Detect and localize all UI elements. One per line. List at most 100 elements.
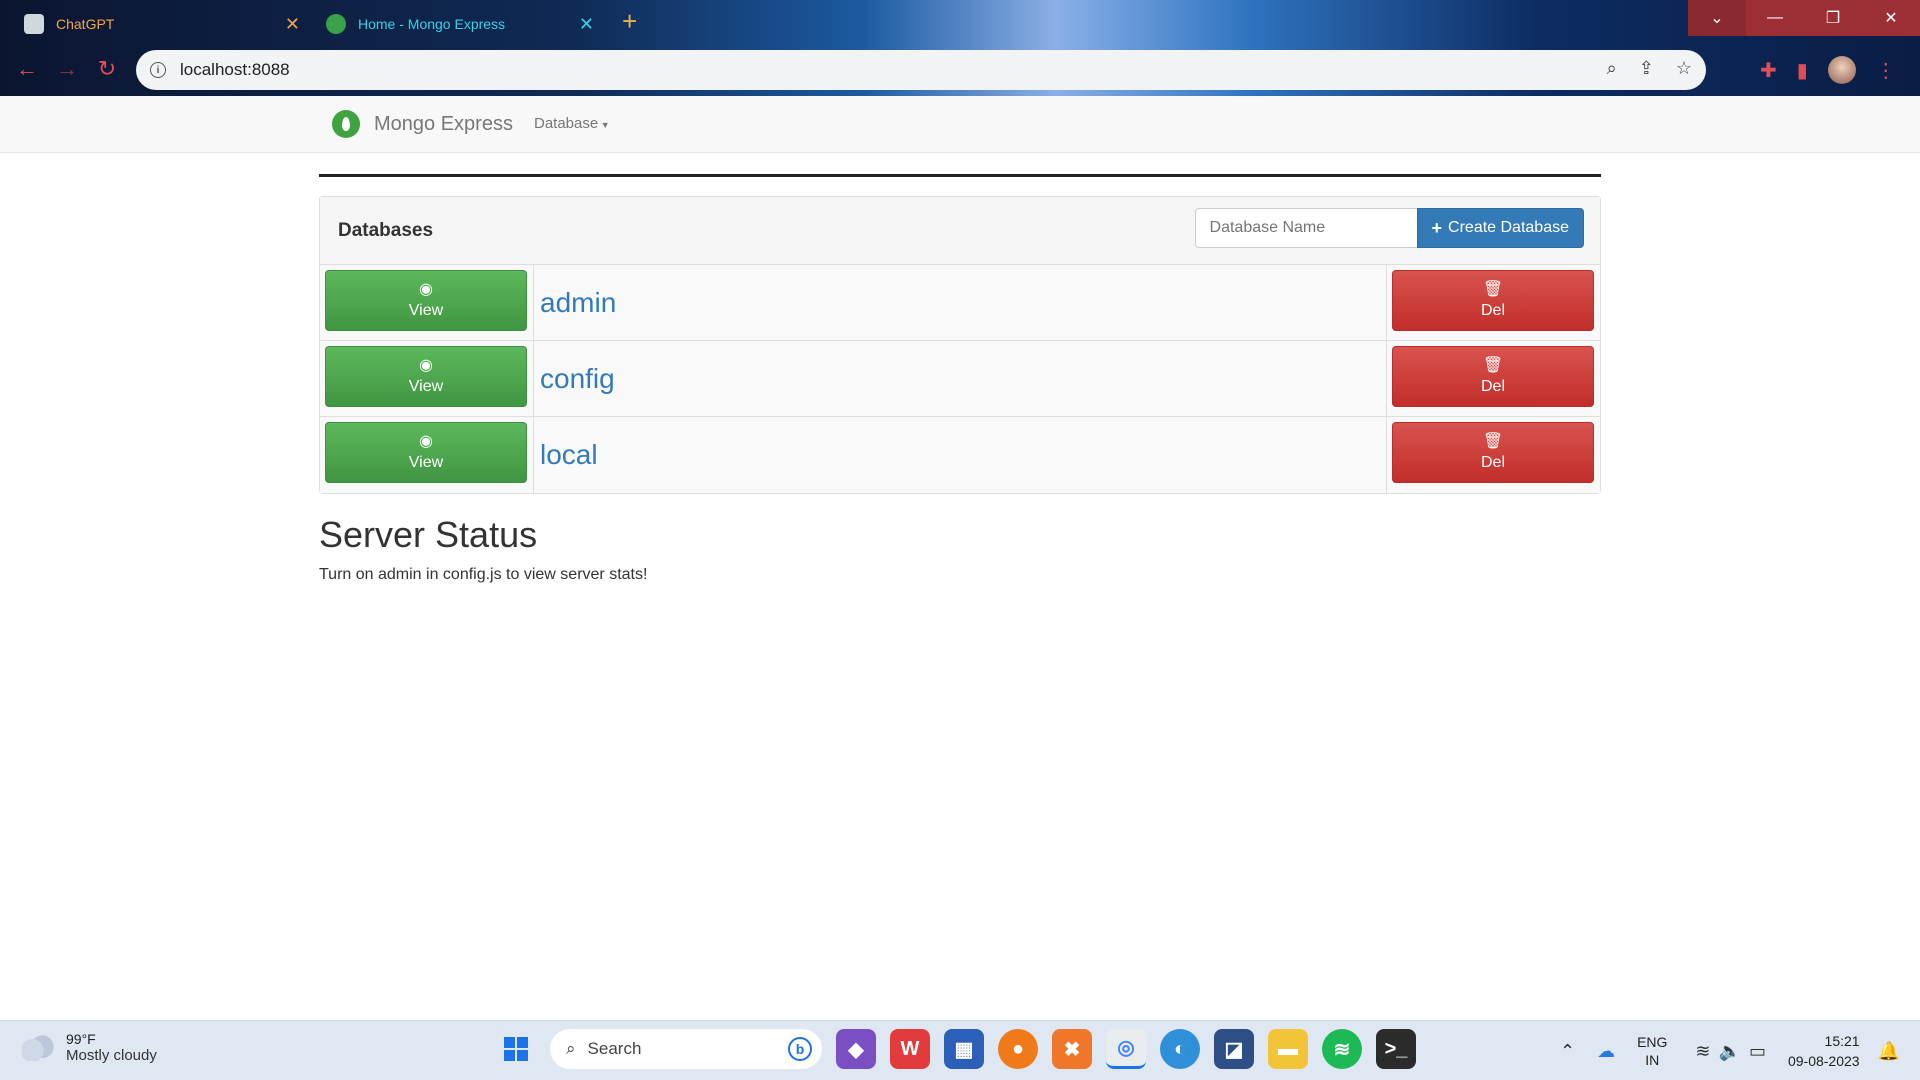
tab-title: Home - Mongo Express: [358, 16, 506, 32]
brand-name: Mongo Express: [374, 112, 513, 135]
database-link[interactable]: admin: [540, 287, 616, 319]
search-label: Search: [587, 1039, 642, 1058]
notification-bell-icon[interactable]: 🔔: [1878, 1041, 1900, 1062]
database-row: ◉ View config 🗑 Del: [320, 341, 1600, 417]
delete-button[interactable]: 🗑 Del: [1392, 270, 1594, 331]
extensions-icon[interactable]: ✚: [1760, 58, 1777, 83]
browser-extras: ✚ ▮ ⋮: [1760, 56, 1896, 84]
search-icon: ⌕: [566, 1039, 576, 1058]
delete-button[interactable]: 🗑 Del: [1392, 346, 1594, 407]
panel-title: Databases: [338, 220, 434, 241]
brand-link[interactable]: Mongo Express: [332, 110, 513, 138]
create-database-form: + Create Database: [1194, 208, 1584, 248]
mysql-workbench-icon[interactable]: ◪: [1214, 1029, 1254, 1069]
window-close-icon[interactable]: ✕: [1862, 0, 1920, 36]
xampp-icon[interactable]: ✖: [1052, 1029, 1092, 1069]
eye-icon: ◉: [419, 432, 433, 450]
address-bar[interactable]: i localhost:8088 ⌕ ⇪ ☆: [136, 50, 1706, 90]
close-icon[interactable]: ✕: [579, 14, 594, 35]
back-icon[interactable]: ←: [12, 56, 42, 82]
taskbar-search[interactable]: ⌕ Search b: [550, 1029, 822, 1069]
tab-title: ChatGPT: [56, 16, 115, 32]
new-tab-button[interactable]: +: [622, 6, 637, 37]
tab-mongo-express[interactable]: Home - Mongo Express ✕: [312, 4, 604, 44]
clock[interactable]: 15:21 09-08-2023: [1788, 1031, 1860, 1071]
caret-down-icon: ▼: [598, 120, 610, 130]
battery-icon[interactable]: ▭: [1749, 1041, 1766, 1062]
visual-studio-icon[interactable]: ◆: [836, 1029, 876, 1069]
database-link[interactable]: local: [540, 439, 598, 471]
minimize-icon[interactable]: —: [1746, 0, 1804, 36]
chevron-up-icon[interactable]: ⌃: [1560, 1041, 1575, 1062]
view-cell: ◉ View: [320, 265, 534, 340]
url-text[interactable]: localhost:8088: [180, 60, 290, 80]
system-tray: ⌃ ☁ ENG IN ≋ 🔈 ▭ 15:21 09-08-2023 🔔: [1560, 1021, 1920, 1080]
bing-icon[interactable]: b: [788, 1037, 812, 1061]
database-row: ◉ View admin 🗑 Del: [320, 265, 1600, 341]
chrome-icon[interactable]: ◎: [1106, 1029, 1146, 1069]
mongo-favicon-icon: [326, 14, 346, 34]
delete-cell: 🗑 Del: [1386, 341, 1600, 416]
browser-toolbar: ← → ↻ i localhost:8088 ⌕ ⇪ ☆ ✚ ▮ ⋮: [0, 46, 1920, 96]
view-label: View: [408, 377, 444, 395]
spotify-icon[interactable]: ≋: [1322, 1029, 1362, 1069]
eye-icon: ◉: [419, 280, 433, 298]
view-cell: ◉ View: [320, 341, 534, 416]
profile-avatar[interactable]: [1827, 56, 1856, 84]
database-dropdown[interactable]: Database ▼: [534, 115, 610, 132]
language-indicator[interactable]: ENG IN: [1637, 1033, 1667, 1069]
weather-temp: 99°F: [66, 1031, 96, 1047]
view-button[interactable]: ◉ View: [325, 270, 527, 331]
trash-icon: 🗑: [1482, 356, 1504, 374]
firefox-icon[interactable]: ●: [998, 1029, 1038, 1069]
wps-office-icon[interactable]: W: [890, 1029, 930, 1069]
side-panel-icon[interactable]: ▮: [1797, 58, 1808, 83]
close-icon[interactable]: ✕: [285, 14, 300, 35]
weather-widget[interactable]: 99°F Mostly cloudy: [22, 1031, 157, 1064]
create-database-label: Create Database: [1448, 219, 1569, 236]
bookmark-star-icon[interactable]: ☆: [1676, 58, 1692, 79]
omnibox-actions: ⌕ ⇪ ☆: [1607, 58, 1692, 79]
view-label: View: [408, 301, 444, 319]
server-status-message: Turn on admin in config.js to view serve…: [319, 566, 648, 583]
view-button[interactable]: ◉ View: [325, 422, 527, 483]
view-button[interactable]: ◉ View: [325, 346, 527, 407]
databases-panel: Databases + Create Database ◉ View admin…: [319, 196, 1601, 494]
onedrive-icon[interactable]: ☁: [1597, 1041, 1615, 1062]
tab-strip: ChatGPT ✕ Home - Mongo Express ✕ +: [0, 0, 1920, 44]
edge-icon[interactable]: ◐: [1160, 1029, 1200, 1069]
chatgpt-favicon-icon: [24, 14, 44, 34]
tab-search-icon[interactable]: ⌄: [1688, 0, 1746, 36]
tab-chatgpt[interactable]: ChatGPT ✕: [10, 4, 310, 44]
file-explorer-icon[interactable]: ▬: [1268, 1029, 1308, 1069]
database-link[interactable]: config: [540, 363, 615, 395]
terminal-icon[interactable]: >_: [1376, 1029, 1416, 1069]
forward-icon[interactable]: →: [52, 56, 82, 82]
start-button[interactable]: [496, 1029, 536, 1069]
volume-icon[interactable]: 🔈: [1719, 1041, 1741, 1062]
menu-kebab-icon[interactable]: ⋮: [1876, 58, 1896, 83]
create-database-button[interactable]: + Create Database: [1416, 208, 1584, 248]
app-navbar: Mongo Express Database ▼: [0, 96, 1920, 153]
database-name-input[interactable]: [1194, 208, 1417, 248]
delete-cell: 🗑 Del: [1386, 265, 1600, 340]
database-row: ◉ View local 🗑 Del: [320, 417, 1600, 493]
divider: [319, 174, 1601, 177]
delete-button[interactable]: 🗑 Del: [1392, 422, 1594, 483]
share-icon[interactable]: ⇪: [1639, 58, 1654, 79]
trash-icon: 🗑: [1482, 432, 1504, 450]
del-label: Del: [1480, 377, 1505, 395]
restore-icon[interactable]: ❐: [1804, 0, 1862, 36]
del-label: Del: [1480, 453, 1505, 471]
panel-heading: Databases + Create Database: [320, 197, 1600, 265]
reload-icon[interactable]: ↻: [92, 56, 122, 82]
site-info-icon[interactable]: i: [150, 62, 166, 78]
zoom-icon[interactable]: ⌕: [1607, 58, 1617, 79]
view-label: View: [408, 453, 444, 471]
mongo-leaf-icon: [332, 110, 360, 138]
window-controls: ⌄ — ❐ ✕: [1688, 0, 1920, 36]
delete-cell: 🗑 Del: [1386, 417, 1600, 493]
wifi-icon[interactable]: ≋: [1695, 1041, 1710, 1062]
clock-time: 15:21: [1824, 1033, 1860, 1049]
microsoft-store-icon[interactable]: ▦: [944, 1029, 984, 1069]
